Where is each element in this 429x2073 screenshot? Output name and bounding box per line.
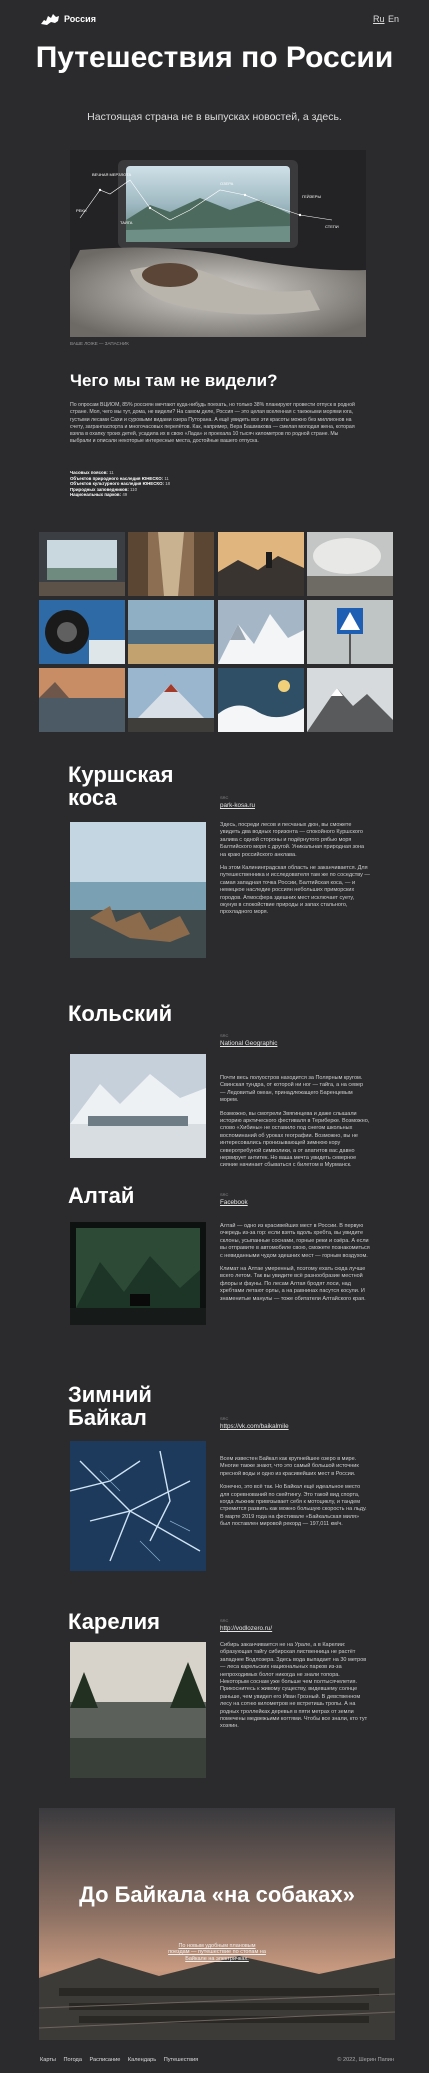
footer-link-maps[interactable]: Карты — [40, 2057, 56, 2063]
section-title-winter-baikal: Зимний Байкал — [68, 1382, 152, 1430]
gallery-photo-volcano[interactable] — [128, 668, 215, 732]
page-subtitle: Настоящая страна не в выпусках новостей,… — [87, 111, 342, 123]
section-image-winter-baikal — [70, 1441, 206, 1571]
source-label: SRC — [220, 795, 229, 800]
gallery-photo-car-wheel[interactable] — [39, 600, 125, 664]
source-label: SRC — [220, 1192, 229, 1197]
section-title-altai: Алтай — [68, 1183, 135, 1208]
footer-link-travel[interactable]: Путешествия — [164, 2057, 199, 2063]
footer-copyright: © 2022, Шерин Папин — [337, 2057, 394, 2063]
section-title-karelia: Карелия — [68, 1609, 160, 1634]
section-paragraph: Климат на Алтае умеренный, поэтому ехать… — [220, 1266, 366, 1302]
section-paragraph: Алтай — одно из красивейших мест в Росси… — [220, 1223, 370, 1259]
section-paragraph: Почти весь полуостров находится за Поляр… — [220, 1075, 364, 1104]
source-label: SRC — [220, 1618, 229, 1623]
section-paragraph: Конечно, это всё так. Но Байкал ещё идеа… — [220, 1484, 367, 1528]
gallery-photo-tundra-sea[interactable] — [128, 600, 215, 664]
section-image-kola — [70, 1054, 206, 1158]
section-image-karelia — [70, 1642, 206, 1778]
section-title-kola: Кольский — [68, 1001, 173, 1026]
hero-label-taiga: ТАЙГА — [120, 220, 133, 225]
section-title-curonian-spit: Куршская коса — [68, 762, 174, 810]
source-link-curonian-spit[interactable]: park-kosa.ru — [220, 802, 255, 809]
hero-label-steppes: СТЕПИ — [325, 224, 339, 229]
stat-item: Национальных парков: 49 — [70, 492, 128, 498]
intro-heading: Чего мы там не видели? — [70, 371, 278, 390]
source-label: SRC — [220, 1416, 229, 1421]
section-body-altai: Алтай — одно из красивейших мест в Росси… — [220, 1223, 370, 1309]
section-body-kola: Почти весь полуостров находится за Поляр… — [220, 1075, 370, 1176]
section-body-winter-baikal: Всем известен Байкал как крупнейшее озер… — [220, 1456, 370, 1535]
russia-map-logo-icon[interactable] — [40, 11, 60, 27]
brand-name[interactable]: Россия — [64, 14, 96, 24]
lang-ru-link[interactable]: Ru — [373, 14, 385, 24]
hero-label-geysers: ГЕЙЗЕРЫ — [302, 194, 321, 199]
source-link-kola[interactable]: National Geographic — [220, 1040, 277, 1047]
gallery-photo-lake-cliffs[interactable] — [39, 668, 125, 732]
source-label: SRC — [220, 1033, 229, 1038]
source-link-winter-baikal[interactable]: https://vk.com/baikalmile — [220, 1423, 289, 1430]
section-paragraph: Всем известен Байкал как крупнейшее озер… — [220, 1456, 359, 1477]
footer-link-calendar[interactable]: Календарь — [128, 2057, 156, 2063]
promo-title[interactable]: До Байкала «на собаках» — [39, 1883, 395, 1907]
gallery-photo-hot-springs[interactable] — [306, 532, 393, 596]
page-title: Путешествия по России — [35, 41, 394, 74]
gallery-photo-snowy-peaks[interactable] — [217, 600, 304, 664]
section-paragraph: Возможно, вы смотрели Звягинцева и даже … — [220, 1110, 370, 1169]
section-image-curonian-spit — [70, 822, 206, 958]
hero-image: ВЕЧНАЯ МЕРЗЛОТА РЕКИ ТАЙГА ГЕЙЗЕРЫ ОЗЕРА… — [70, 150, 366, 337]
lang-en-link[interactable]: En — [388, 14, 399, 24]
footer-link-weather[interactable]: Погода — [64, 2057, 82, 2063]
gallery-photo-ice-hills[interactable] — [217, 668, 304, 732]
section-body-karelia: Сибирь заканчивается не на Урале, а в Ка… — [220, 1642, 370, 1737]
hero-label-lakes: ОЗЕРА — [220, 181, 234, 186]
hero-label-permafrost: ВЕЧНАЯ МЕРЗЛОТА — [92, 172, 132, 177]
intro-text: По опросам ВЦИОМ, 85% россиян мечтают ку… — [70, 402, 355, 445]
stats-list: Часовых поясов: 11 Объектов природного н… — [70, 470, 270, 498]
hero-caption: ВАШЕ ЛОЖЕ — ЗАПАСНИК — [70, 341, 129, 346]
section-paragraph: Здесь, посреди лесов и песчаных дюн, вы … — [220, 822, 365, 858]
footer-link-schedule[interactable]: Расписание — [90, 2057, 121, 2063]
gallery-photo-window-view[interactable] — [39, 532, 125, 596]
promo-banner[interactable]: До Байкала «на собаках» По новым удобным… — [39, 1808, 395, 2040]
source-link-karelia[interactable]: http://vodlozero.ru/ — [220, 1625, 272, 1632]
gallery-photo-train-aisle[interactable] — [128, 532, 215, 596]
section-image-altai — [70, 1222, 206, 1325]
source-link-altai[interactable]: Facebook — [220, 1199, 248, 1206]
gallery-photo-mountain-sunset[interactable] — [217, 532, 304, 596]
gallery-photo-road-sign[interactable] — [306, 600, 393, 664]
promo-subtitle[interactable]: По новым удобным плановым поездам — путе… — [167, 1943, 267, 1962]
section-paragraph: Сибирь заканчивается не на Урале, а в Ка… — [220, 1642, 368, 1730]
photo-gallery — [39, 532, 395, 732]
footer: Карты Погода Расписание Календарь Путеше… — [40, 2057, 400, 2063]
gallery-photo-snowy-ridge[interactable] — [306, 668, 393, 732]
section-paragraph: На этом Калининградская область не закан… — [220, 865, 370, 916]
section-body-curonian-spit: Здесь, посреди лесов и песчаных дюн, вы … — [220, 822, 370, 923]
hero-label-rivers: РЕКИ — [76, 208, 87, 213]
top-bar: Россия Ru En — [0, 0, 429, 40]
